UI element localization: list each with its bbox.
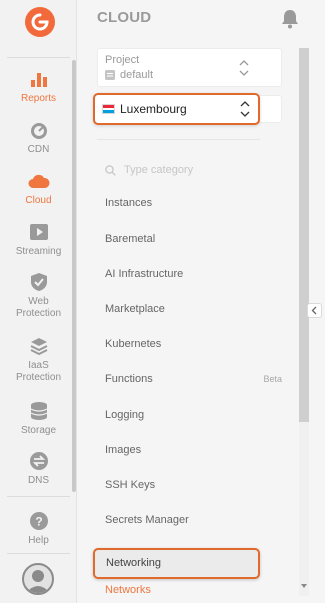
menu-item-ssh-keys[interactable]: SSH Keys <box>97 473 282 497</box>
rail-label: Streaming <box>15 246 62 257</box>
logo-mark-icon <box>31 13 49 31</box>
panel-scrollbar[interactable] <box>299 48 309 596</box>
cloud-icon <box>28 170 50 192</box>
bell-icon[interactable] <box>281 9 299 29</box>
rail-divider <box>7 496 70 497</box>
menu-item-functions[interactable]: Functions Beta <box>97 367 282 391</box>
luxembourg-flag-icon <box>102 104 115 114</box>
menu-item-label: Kubernetes <box>105 338 162 350</box>
rail-label: Reports <box>20 93 56 104</box>
rail-label: Cloud <box>25 195 52 206</box>
menu-item-logging[interactable]: Logging <box>97 403 282 427</box>
project-icon <box>105 70 115 80</box>
project-label: Project <box>105 54 140 66</box>
menu-item-networking[interactable]: Networking <box>93 548 260 579</box>
menu-item-label: Baremetal <box>105 233 156 245</box>
menu-item-kubernetes[interactable]: Kubernetes <box>97 332 282 356</box>
rail-label: Storage <box>20 425 57 436</box>
section-divider <box>97 139 260 140</box>
rail-label: IaaS Protection <box>15 360 62 383</box>
menu-item-ai-infrastructure[interactable]: AI Infrastructure <box>97 262 282 286</box>
user-icon <box>26 570 50 593</box>
layers-icon <box>28 335 50 357</box>
region-value: Luxembourg <box>120 102 187 116</box>
menu-item-label: Functions <box>105 373 153 385</box>
rail-item-iaas-protection[interactable]: IaaS Protection <box>0 335 77 384</box>
rail-item-cdn[interactable]: CDN <box>0 119 77 156</box>
menu-item-secrets-manager[interactable]: Secrets Manager <box>97 508 282 532</box>
menu-item-label: Instances <box>105 197 153 209</box>
svg-text:?: ? <box>35 515 42 529</box>
menu-item-label: Logging <box>105 409 145 421</box>
rail-item-dns[interactable]: DNS <box>0 450 77 487</box>
project-select[interactable]: Project default <box>97 48 282 87</box>
project-value: default <box>120 69 154 81</box>
category-search[interactable]: Type category <box>105 164 193 176</box>
shield-icon <box>28 271 50 293</box>
menu-item-marketplace[interactable]: Marketplace <box>97 297 282 321</box>
rail-label: Web Protection <box>15 296 62 319</box>
database-icon <box>28 400 50 422</box>
rail-item-storage[interactable]: Storage <box>0 400 77 437</box>
updown-chevron-icon <box>239 60 249 76</box>
menu-item-label: Images <box>105 444 142 456</box>
menu-item-instances[interactable]: Instances <box>97 191 282 215</box>
rail-label: DNS <box>27 475 50 486</box>
cloud-panel: CLOUD Project default Luxembourg Type ca… <box>77 0 325 603</box>
page-title: CLOUD <box>97 9 152 26</box>
chevron-left-icon <box>311 306 317 315</box>
menu-item-images[interactable]: Images <box>97 438 282 462</box>
scroll-down-icon[interactable] <box>300 582 308 590</box>
rail-label: Help <box>28 535 49 546</box>
menu-item-label: SSH Keys <box>105 479 156 491</box>
submenu-item-networks[interactable]: Networks <box>105 584 151 596</box>
rail-item-web-protection[interactable]: Web Protection <box>0 271 77 320</box>
rail-item-help[interactable]: ? Help <box>0 510 77 547</box>
rail-divider <box>7 57 70 58</box>
menu-item-label: Secrets Manager <box>105 514 189 526</box>
swap-icon <box>28 450 50 472</box>
search-input[interactable]: Type category <box>124 164 193 176</box>
left-rail: Reports CDN Cloud Streaming Web Protecti <box>0 0 77 603</box>
speedometer-icon <box>28 119 50 141</box>
beta-badge: Beta <box>263 374 282 384</box>
menu-item-label: Marketplace <box>105 303 165 315</box>
updown-chevron-icon <box>240 101 250 117</box>
app: Reports CDN Cloud Streaming Web Protecti <box>0 0 325 603</box>
collapse-panel-button[interactable] <box>307 303 322 318</box>
help-icon: ? <box>28 510 50 532</box>
scrollbar-thumb[interactable] <box>299 48 309 422</box>
menu-item-label: Networking <box>106 557 162 569</box>
play-icon <box>28 221 50 243</box>
rail-item-reports[interactable]: Reports <box>0 68 77 105</box>
region-select[interactable]: Luxembourg <box>93 93 260 125</box>
rail-divider <box>7 553 70 554</box>
rail-item-streaming[interactable]: Streaming <box>0 221 77 258</box>
brand-logo[interactable] <box>25 7 55 37</box>
avatar[interactable] <box>22 563 54 595</box>
bar-chart-icon <box>28 68 50 90</box>
search-icon <box>105 164 116 176</box>
rail-label: CDN <box>27 144 50 155</box>
menu-item-label: AI Infrastructure <box>105 268 184 280</box>
rail-item-cloud[interactable]: Cloud <box>0 170 77 207</box>
menu-item-baremetal[interactable]: Baremetal <box>97 227 282 251</box>
